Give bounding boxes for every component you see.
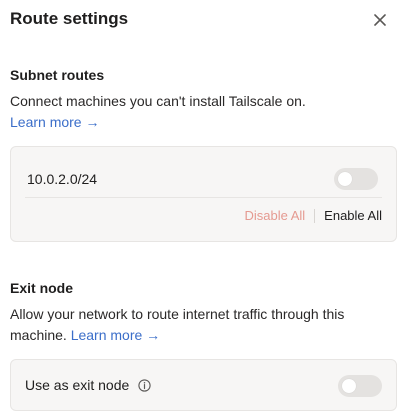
dialog-title: Route settings: [10, 9, 129, 28]
exit-node-toggle[interactable]: [338, 375, 382, 397]
subnet-description: Connect machines you can't install Tails…: [10, 91, 393, 133]
exit-node-option: Use as exit node: [25, 377, 151, 393]
exit-node-description-text: Allow your network to route internet tra…: [10, 306, 345, 343]
subnet-learn-more-link[interactable]: Learn more →: [10, 114, 99, 130]
subnet-routes-title: Subnet routes: [10, 67, 105, 83]
exit-node-card: Use as exit node: [10, 359, 397, 411]
info-icon[interactable]: [138, 378, 151, 392]
toggle-knob: [342, 379, 356, 393]
subnet-description-text: Connect machines you can't install Tails…: [10, 93, 306, 109]
route-cidr: 10.0.2.0/24: [27, 171, 98, 187]
disable-all-button[interactable]: Disable All: [244, 208, 305, 223]
close-icon[interactable]: [373, 13, 387, 27]
actions-separator: [314, 208, 316, 223]
route-toggle[interactable]: [334, 168, 378, 190]
toggle-knob: [338, 172, 352, 186]
dialog-header: Route settings: [10, 7, 397, 31]
enable-all-button[interactable]: Enable All: [324, 208, 382, 223]
exit-node-option-label: Use as exit node: [25, 377, 130, 393]
card-divider: [25, 197, 382, 198]
exit-node-learn-more-link[interactable]: Learn more →: [71, 327, 160, 343]
exit-node-title: Exit node: [10, 280, 74, 296]
exit-node-description: Allow your network to route internet tra…: [10, 304, 393, 346]
subnet-routes-card: 10.0.2.0/24 Disable All Enable All: [10, 146, 397, 242]
route-actions: Disable All Enable All: [244, 208, 382, 223]
